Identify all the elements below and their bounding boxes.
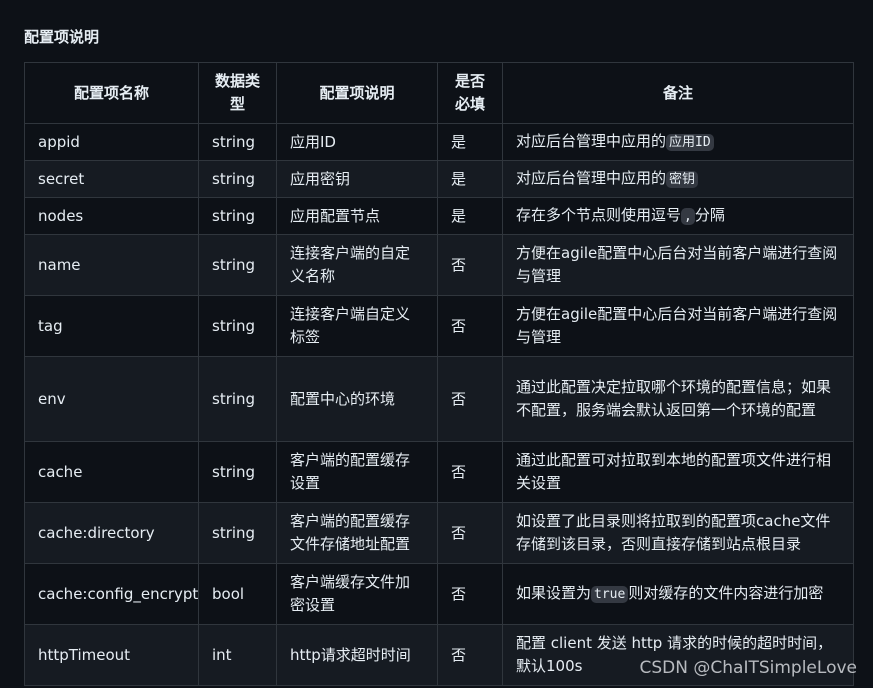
cell-type: string [199, 198, 277, 235]
note-text: 通过此配置决定拉取哪个环境的配置信息；如果不配置，服务端会默认返回第一个环境的配… [516, 378, 831, 419]
cell-note: 如设置了此目录则将拉取到的配置项cache文件存储到该目录，否则直接存储到站点根… [503, 503, 854, 564]
cell-note: 存在多个节点则使用逗号,分隔 [503, 198, 854, 235]
cell-required: 否 [438, 442, 503, 503]
note-text: 对应后台管理中应用的 [516, 169, 666, 187]
header-note: 备注 [503, 63, 854, 124]
cell-type: string [199, 442, 277, 503]
note-text-after: 则对缓存的文件内容进行加密 [628, 584, 823, 602]
cell-type: int [199, 625, 277, 686]
note-code: 密钥 [666, 171, 698, 188]
cell-desc: 客户端缓存文件加密设置 [277, 564, 438, 625]
cell-name: name [25, 235, 199, 296]
cell-note: 对应后台管理中应用的应用ID [503, 124, 854, 161]
note-code: 应用ID [666, 134, 714, 151]
table-row: nodesstring应用配置节点是存在多个节点则使用逗号,分隔 [25, 198, 854, 235]
table-row: cache:config_encryptbool客户端缓存文件加密设置否如果设置… [25, 564, 854, 625]
note-text-after: 分隔 [695, 206, 725, 224]
cell-required: 否 [438, 503, 503, 564]
cell-desc: 应用配置节点 [277, 198, 438, 235]
cell-note: 如果设置为true则对缓存的文件内容进行加密 [503, 564, 854, 625]
note-text: 如果设置为 [516, 584, 591, 602]
cell-name: appid [25, 124, 199, 161]
cell-note: 方便在agile配置中心后台对当前客户端进行查阅与管理 [503, 235, 854, 296]
header-required: 是否必填 [438, 63, 503, 124]
cell-required: 否 [438, 357, 503, 442]
table-row: secretstring应用密钥是对应后台管理中应用的密钥 [25, 161, 854, 198]
cell-desc: 配置中心的环境 [277, 357, 438, 442]
cell-desc: 应用ID [277, 124, 438, 161]
cell-required: 是 [438, 161, 503, 198]
cell-type: bool [199, 564, 277, 625]
cell-type: string [199, 296, 277, 357]
cell-note: 对应后台管理中应用的密钥 [503, 161, 854, 198]
cell-note: 通过此配置决定拉取哪个环境的配置信息；如果不配置，服务端会默认返回第一个环境的配… [503, 357, 854, 442]
section-heading: 配置项说明 [24, 26, 99, 47]
cell-desc: 客户端的配置缓存设置 [277, 442, 438, 503]
note-code: , [681, 208, 695, 225]
cell-name: secret [25, 161, 199, 198]
table-row: envstring配置中心的环境否通过此配置决定拉取哪个环境的配置信息；如果不配… [25, 357, 854, 442]
cell-desc: http请求超时时间 [277, 625, 438, 686]
cell-name: nodes [25, 198, 199, 235]
cell-name: env [25, 357, 199, 442]
cell-required: 否 [438, 235, 503, 296]
cell-desc: 客户端的配置缓存文件存储地址配置 [277, 503, 438, 564]
header-type: 数据类型 [199, 63, 277, 124]
table-row: tagstring连接客户端自定义标签否方便在agile配置中心后台对当前客户端… [25, 296, 854, 357]
config-table: 配置项名称 数据类型 配置项说明 是否必填 备注 appidstring应用ID… [24, 62, 854, 686]
note-text: 方便在agile配置中心后台对当前客户端进行查阅与管理 [516, 244, 837, 285]
cell-required: 是 [438, 198, 503, 235]
cell-desc: 连接客户端的自定义名称 [277, 235, 438, 296]
table-header-row: 配置项名称 数据类型 配置项说明 是否必填 备注 [25, 63, 854, 124]
cell-note: 通过此配置可对拉取到本地的配置项文件进行相关设置 [503, 442, 854, 503]
note-text: 通过此配置可对拉取到本地的配置项文件进行相关设置 [516, 451, 831, 492]
note-code: true [591, 586, 628, 603]
table-row: cache:directorystring客户端的配置缓存文件存储地址配置否如设… [25, 503, 854, 564]
note-text: 如设置了此目录则将拉取到的配置项cache文件存储到该目录，否则直接存储到站点根… [516, 512, 830, 553]
cell-required: 否 [438, 564, 503, 625]
cell-type: string [199, 503, 277, 564]
cell-required: 否 [438, 625, 503, 686]
cell-desc: 应用密钥 [277, 161, 438, 198]
cell-name: cache:config_encrypt [25, 564, 199, 625]
cell-name: httpTimeout [25, 625, 199, 686]
watermark: CSDN @ChaITSimpleLove [640, 658, 857, 678]
note-text: 对应后台管理中应用的 [516, 132, 666, 150]
cell-desc: 连接客户端自定义标签 [277, 296, 438, 357]
note-text: 方便在agile配置中心后台对当前客户端进行查阅与管理 [516, 305, 837, 346]
header-name: 配置项名称 [25, 63, 199, 124]
cell-name: cache [25, 442, 199, 503]
table-row: cachestring客户端的配置缓存设置否通过此配置可对拉取到本地的配置项文件… [25, 442, 854, 503]
cell-required: 否 [438, 296, 503, 357]
cell-type: string [199, 124, 277, 161]
cell-required: 是 [438, 124, 503, 161]
table-row: appidstring应用ID是对应后台管理中应用的应用ID [25, 124, 854, 161]
note-text: 存在多个节点则使用逗号 [516, 206, 681, 224]
cell-type: string [199, 235, 277, 296]
cell-note: 方便在agile配置中心后台对当前客户端进行查阅与管理 [503, 296, 854, 357]
header-desc: 配置项说明 [277, 63, 438, 124]
table-row: namestring连接客户端的自定义名称否方便在agile配置中心后台对当前客… [25, 235, 854, 296]
cell-name: tag [25, 296, 199, 357]
cell-type: string [199, 161, 277, 198]
cell-type: string [199, 357, 277, 442]
cell-name: cache:directory [25, 503, 199, 564]
